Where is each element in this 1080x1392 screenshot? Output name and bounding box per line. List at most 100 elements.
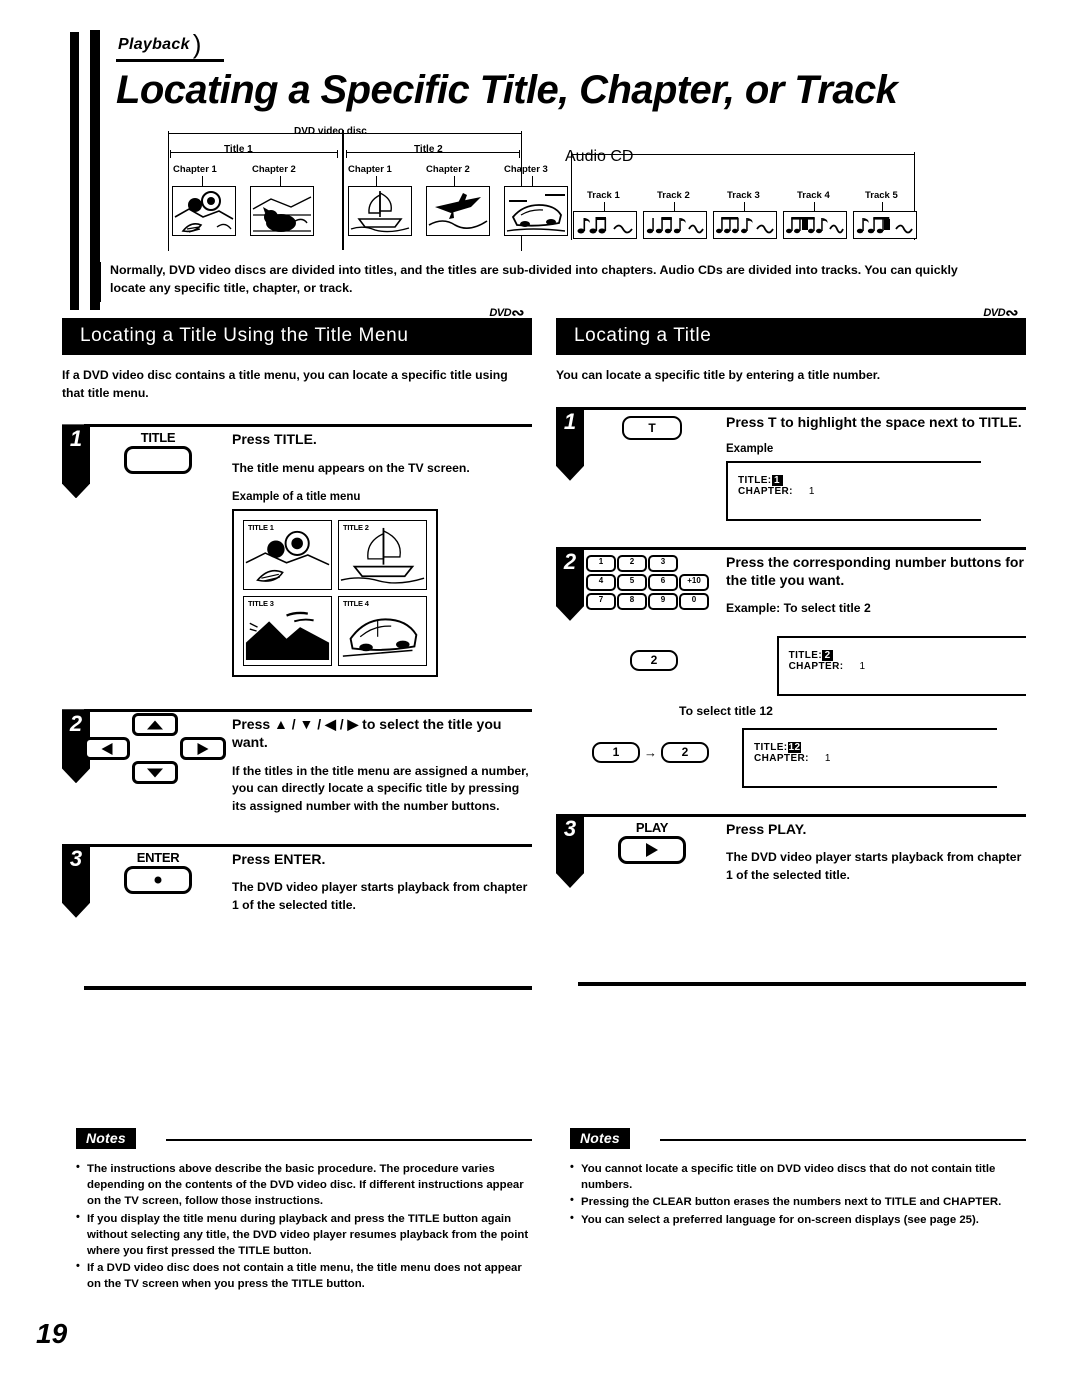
chapter-thumbnail-flower [172,186,236,236]
osd-display: TITLE:12 CHAPTER: 1 [742,727,997,788]
osd-title-line: TITLE: 1 [738,474,981,486]
note-item: Pressing the CLEAR button erases the num… [570,1193,1026,1210]
number-key-2[interactable]: 2 [661,741,709,763]
notes-tag: Notes [76,1128,136,1149]
number-button[interactable]: 6 [648,573,678,591]
title-button-label: TITLE [140,430,176,446]
osd-chapter-value: 1 [824,752,831,764]
step-instruction: Press PLAY. [726,820,807,837]
left-step-1: 1 TITLE Press TITLE. The title menu appe… [62,424,532,678]
osd-display: TITLE: 2 CHAPTER: 1 [776,635,1026,696]
step-description: If the titles in the title menu are assi… [232,763,529,813]
osd-title-line: TITLE: 2 [788,649,1026,661]
osd-title-value: 1 [771,474,783,486]
page-number: 19 [36,1318,68,1349]
right-section-heading-text: Locating a Title [574,325,712,346]
title-menu-item-label: TITLE 4 [343,599,369,609]
track-waveform [573,211,637,239]
step-divider [84,709,532,713]
number-key-2[interactable]: 2 [630,649,678,671]
title-menu-item[interactable]: TITLE 4 [338,596,427,667]
up-arrow-button[interactable] [132,713,178,737]
enter-keycap[interactable] [124,865,192,894]
step-instruction: Press ENTER. [232,850,326,867]
chapter-label: Chapter 3 [504,164,548,175]
track-waveform [853,211,917,239]
number-key-1[interactable]: 1 [592,741,640,763]
section-tab-label: Playback [118,36,190,53]
dvd-badge-icon: DVD∾ [489,305,524,322]
chapter-thumbnail-ship [348,186,412,236]
mid-example-caption: To select title 12 [679,703,773,718]
number-buttons-graphic: 1 2 3 4 5 6 +10 7 8 9 0 [586,554,709,610]
title2-label: Title 2 [410,144,447,155]
note-item: If a DVD video disc does not contain a t… [76,1259,532,1292]
example-key-sequence-b: 1 → 2 [556,728,742,763]
left-arrow-button[interactable] [84,737,130,761]
number-button[interactable]: 7 [586,592,616,610]
chapter-label: Chapter 2 [252,164,296,175]
right-column-end-rule [578,982,1026,986]
title-menu-item[interactable]: TITLE 3 [243,596,332,667]
step-instruction: Press ▲ / ▼ / ◀ / ▶ to select the title … [232,716,502,751]
track-label: Track 5 [865,190,898,201]
play-keycap[interactable] [618,835,686,864]
intro-accent-bar [92,262,101,302]
tab-underline [116,59,224,62]
title-button-graphic: TITLE [98,430,218,475]
title-menu-item[interactable]: TITLE 1 [243,520,332,591]
step-divider [578,546,1026,550]
number-button[interactable]: 5 [617,573,647,591]
arrow-right-icon: → [644,744,657,760]
title-keycap[interactable] [124,446,192,475]
number-button[interactable]: 4 [586,573,616,591]
osd-title-label: TITLE: [738,474,772,486]
note-item: The instructions above describe the basi… [76,1160,532,1210]
step-number: 1 [556,406,584,481]
page-title: Locating a Specific Title, Chapter, or T… [116,68,898,112]
track-label: Track 3 [727,190,760,201]
right-section-intro: You can locate a specific title by enter… [556,368,881,382]
t-keycap[interactable]: T [622,415,682,440]
number-button[interactable]: 1 [586,554,616,572]
osd-display: TITLE: 1 CHAPTER: 1 [726,460,981,521]
number-button[interactable]: 9 [648,592,678,610]
osd-chapter-line: CHAPTER: 1 [789,661,1026,672]
right-step-3: 3 PLAY Press PLAY. The DVD video player … [556,813,1026,888]
play-button-graphic: PLAY [592,820,712,864]
number-button[interactable]: 0 [679,592,709,610]
track-label: Track 2 [657,190,690,201]
step-instruction: Press TITLE. [232,431,317,448]
example-caption: Example: To select title 2 [726,601,871,616]
right-arrow-button[interactable] [180,737,226,761]
step-instruction: Press the corresponding number buttons f… [726,553,1024,589]
plus-ten-button[interactable]: +10 [679,573,709,591]
chapter-thumbnail-dog [250,186,314,236]
number-button[interactable]: 2 [617,554,647,572]
notes-right: Notes You cannot locate a specific title… [556,1128,1026,1229]
left-column: Locating a Title Using the Title Menu DV… [62,306,532,918]
right-section-heading: Locating a Title DVD∾ [556,306,1026,355]
osd-chapter-label: CHAPTER: [738,485,793,497]
example-caption: Example [726,442,774,455]
osd-chapter-line: CHAPTER: 1 [754,753,997,764]
title1-label: Title 1 [220,144,257,155]
audio-cd-structure-diagram: Audio CD Track 1 Track 2 Track 3 Track 4… [565,148,920,248]
down-arrow-button[interactable] [132,761,178,785]
number-button[interactable]: 3 [648,554,678,572]
left-section-intro: If a DVD video disc contains a title men… [62,368,508,400]
enter-dot-icon [154,876,162,884]
title-menu-item[interactable]: TITLE 2 [338,520,427,591]
manual-page: Playback) Locating a Specific Title, Cha… [0,0,1080,1392]
step-number: 3 [556,813,584,888]
cd-span-label: Audio CD [565,148,634,165]
number-button[interactable]: 8 [617,592,647,610]
title-menu-item-label: TITLE 2 [343,523,369,533]
example-key-sequence-a: 2 [556,636,777,671]
notes-left: Notes The instructions above describe th… [62,1128,532,1294]
osd-title-label: TITLE: [788,649,823,661]
track-waveform [783,211,847,239]
step-divider [578,406,1026,410]
enter-button-label: ENTER [136,849,180,865]
notes-tag: Notes [570,1128,630,1149]
